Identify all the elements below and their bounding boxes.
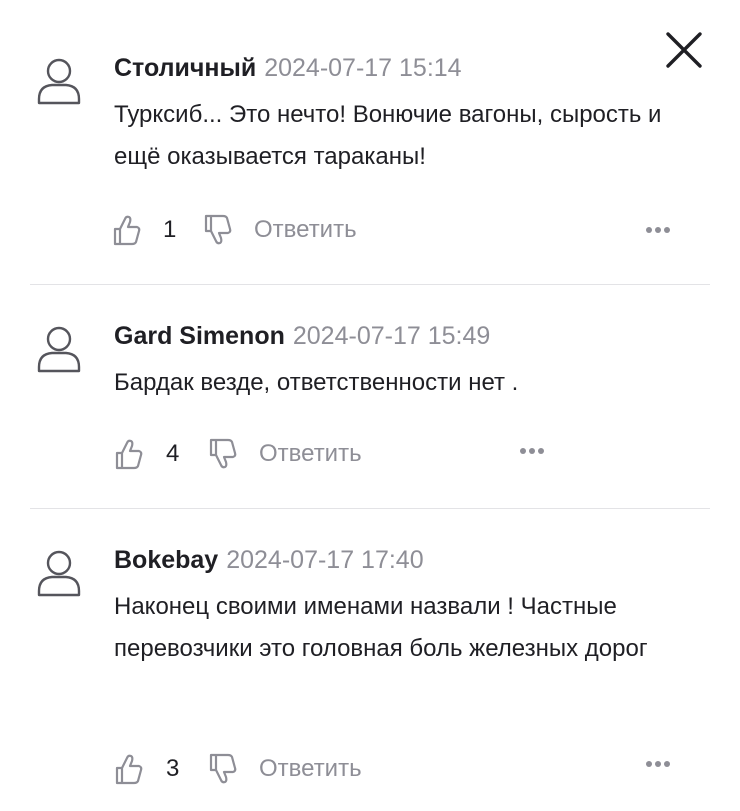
comment-actions: 1 Ответить [0, 213, 740, 253]
reply-button[interactable]: Ответить [254, 213, 357, 247]
comment-author[interactable]: Bokebay [114, 546, 218, 574]
thumb-down-icon[interactable] [208, 752, 238, 786]
avatar-icon [34, 55, 84, 107]
like-count: 1 [163, 216, 177, 243]
comment-header: Bokebay 2024-07-17 17:40 [114, 544, 424, 576]
reply-button[interactable]: Ответить [259, 752, 362, 786]
thumb-down-icon[interactable] [203, 213, 233, 247]
comment-date: 2024-07-17 15:14 [264, 54, 462, 82]
comment-header: Gard Simenon 2024-07-17 15:49 [114, 320, 490, 352]
comment-text: Наконец своими именами назвали ! Частные… [114, 593, 648, 662]
like-count: 4 [166, 440, 180, 467]
avatar-icon [34, 323, 84, 375]
thumb-up-icon[interactable] [114, 752, 144, 786]
divider [30, 284, 710, 285]
comment-date: 2024-07-17 17:40 [226, 546, 424, 574]
more-options-icon[interactable] [644, 220, 674, 240]
comment-author[interactable]: Столичный [114, 54, 256, 82]
more-options-icon[interactable] [644, 754, 674, 774]
like-count: 3 [166, 755, 180, 782]
comment-actions: 4 Ответить [0, 437, 740, 477]
avatar-icon [34, 547, 84, 599]
comment-author[interactable]: Gard Simenon [114, 322, 285, 350]
divider [30, 508, 710, 509]
comment-text: Турксиб... Это нечто! Вонючие вагоны, сы… [114, 101, 662, 170]
thumb-up-icon[interactable] [112, 213, 142, 247]
comment-header: Столичный 2024-07-17 15:14 [114, 52, 462, 84]
thumb-down-icon[interactable] [208, 437, 238, 471]
comment-text: Бардак везде, ответственности нет . [114, 369, 519, 396]
more-options-icon[interactable] [518, 441, 548, 461]
comment-actions: 3 Ответить [0, 752, 740, 792]
close-icon[interactable] [662, 28, 706, 72]
reply-button[interactable]: Ответить [259, 437, 362, 471]
thumb-up-icon[interactable] [114, 437, 144, 471]
comment-date: 2024-07-17 15:49 [292, 322, 491, 350]
